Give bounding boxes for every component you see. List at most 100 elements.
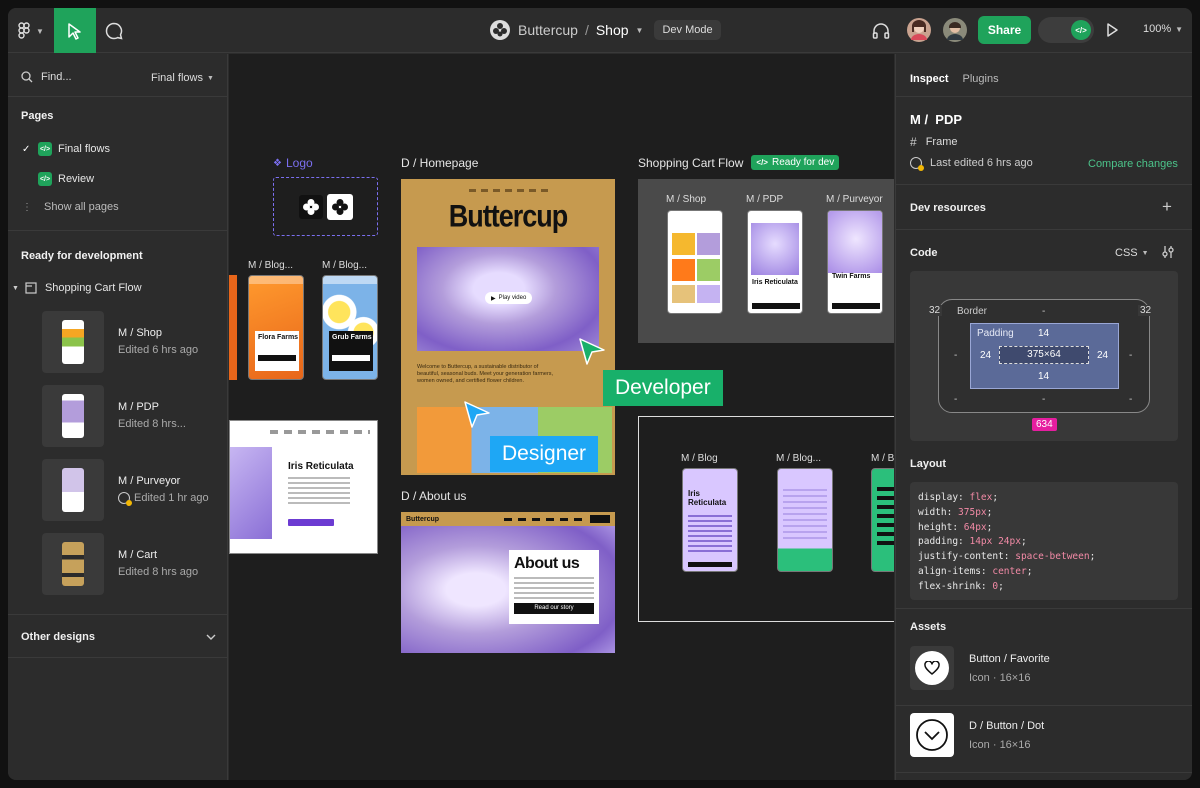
- cart-frame-shop[interactable]: [667, 210, 723, 314]
- blog-frame-2[interactable]: [777, 468, 833, 572]
- add-resource-button[interactable]: +: [1162, 197, 1172, 217]
- margin-right-value: 32: [1138, 305, 1154, 316]
- section-icon: [25, 282, 37, 294]
- frame-title[interactable]: M / Purveyor: [118, 475, 180, 487]
- frame-header: [249, 276, 303, 284]
- blog-frame-grub[interactable]: Grub Farms: [322, 275, 378, 380]
- purveyor-title: Twin Farms: [832, 273, 871, 280]
- blog-title: Iris Reticulata: [688, 489, 727, 507]
- shopping-cart-flow-section[interactable]: ▼ Shopping Cart Flow: [12, 282, 142, 294]
- comment-tool-button[interactable]: [104, 21, 124, 41]
- about-nav: Buttercup: [401, 512, 615, 526]
- frame-thumbnail-pdp[interactable]: [42, 385, 104, 447]
- frame-label[interactable]: M / Blog: [681, 453, 718, 464]
- design-canvas[interactable]: ❖ Logo M / Blog... Flora Farms M / Blog.…: [229, 54, 894, 780]
- about-us-frame[interactable]: Buttercup About us Read our story: [401, 512, 615, 653]
- show-all-pages-link[interactable]: ⋮ Show all pages: [22, 201, 119, 213]
- frame-label[interactable]: M / PDP: [746, 194, 783, 205]
- tab-inspect[interactable]: Inspect: [910, 73, 949, 85]
- dev-mode-toggle[interactable]: </>: [1038, 17, 1094, 43]
- about-frame-label[interactable]: D / About us: [401, 489, 466, 503]
- page-item-review[interactable]: </> Review: [22, 172, 94, 186]
- zoom-menu[interactable]: 100% ▼: [1143, 23, 1183, 35]
- audio-chat-button[interactable]: [871, 21, 891, 41]
- blog-frame-iris[interactable]: Iris Reticulata: [682, 468, 738, 572]
- cart-flow-label-row[interactable]: Shopping Cart Flow </> Ready for dev: [638, 155, 840, 170]
- blog-body: [783, 489, 827, 539]
- asset-meta: Icon · 16×16: [969, 739, 1031, 751]
- find-field[interactable]: Find...: [21, 71, 72, 83]
- desktop-frame-iris[interactable]: Iris Reticulata: [229, 420, 378, 554]
- project-name[interactable]: Buttercup: [518, 22, 578, 38]
- hero-body: [288, 477, 350, 505]
- padding-label: Padding: [977, 328, 1014, 339]
- designer-cursor-tag: Designer: [490, 436, 599, 472]
- frame-label[interactable]: M / B: [871, 453, 894, 464]
- hero-video[interactable]: ▶ Play video: [417, 247, 599, 351]
- collaborator-avatar[interactable]: [943, 18, 967, 42]
- frame-title[interactable]: M / Shop: [118, 327, 162, 339]
- about-body: [514, 577, 594, 599]
- avatar-icon: [907, 18, 931, 42]
- frame-thumbnail-shop[interactable]: [42, 311, 104, 373]
- homepage-frame[interactable]: Buttercup ▶ Play video Welcome to Butter…: [401, 179, 615, 475]
- frame-title[interactable]: M / Cart: [118, 549, 157, 561]
- homepage-frame-label[interactable]: D / Homepage: [401, 156, 478, 170]
- assets-title: Assets: [910, 621, 947, 633]
- frame-thumbnail-cart[interactable]: [42, 533, 104, 595]
- move-tool-button[interactable]: [54, 8, 96, 53]
- comment-icon: [105, 22, 123, 40]
- buttercup-logo-icon: [302, 198, 319, 215]
- frame-label[interactable]: M / Blog...: [322, 260, 367, 271]
- cart-frame-purveyor[interactable]: Twin Farms: [827, 210, 883, 314]
- selected-frame-title: M / PDP: [910, 112, 963, 127]
- asset-row-dot[interactable]: D / Button / Dot Icon · 16×16: [896, 713, 1192, 759]
- collaborator-avatar[interactable]: [907, 18, 931, 42]
- product-image: [751, 223, 799, 275]
- css-code-block[interactable]: display: flex; width: 375px; height: 64p…: [910, 482, 1178, 600]
- frame-label[interactable]: M / Purveyor: [826, 194, 883, 205]
- share-button[interactable]: Share: [978, 16, 1031, 44]
- frame-label[interactable]: M / Blog...: [776, 453, 821, 464]
- purveyor-bar: [832, 303, 880, 309]
- frame-label[interactable]: M / Shop: [666, 194, 706, 205]
- play-icon: [1107, 23, 1118, 37]
- file-breadcrumb[interactable]: Buttercup / Shop ▼ Dev Mode: [489, 19, 721, 41]
- file-name[interactable]: Shop: [596, 22, 629, 38]
- asset-name: Button / Favorite: [969, 653, 1050, 665]
- main-menu-button[interactable]: ▼: [18, 22, 44, 40]
- compare-changes-link[interactable]: Compare changes: [1088, 158, 1178, 170]
- logo-variant[interactable]: [298, 194, 323, 219]
- frame-title[interactable]: M / PDP: [118, 401, 159, 413]
- dev-ready-icon: </>: [38, 172, 52, 186]
- page-label: Review: [58, 173, 95, 185]
- page-filter-value: Final flows: [151, 72, 203, 84]
- cart-frame-pdp[interactable]: Iris Reticulata: [747, 210, 803, 314]
- heart-icon: [924, 661, 940, 675]
- other-designs-section[interactable]: Other designs: [21, 631, 216, 643]
- asset-row-favorite[interactable]: Button / Favorite Icon · 16×16: [896, 646, 1192, 692]
- chevron-down-icon: ▼: [1175, 24, 1184, 34]
- frame-thumbnail-purveyor[interactable]: [42, 459, 104, 521]
- blog-frame-flora[interactable]: Flora Farms: [248, 275, 304, 380]
- logo-variant[interactable]: [326, 193, 353, 220]
- chevron-down-icon: [206, 634, 216, 640]
- page-filter-dropdown[interactable]: Final flows ▼: [151, 72, 214, 84]
- more-dots-icon: ⋮: [22, 201, 32, 213]
- settings-sliders-icon[interactable]: [1161, 245, 1175, 259]
- logo-component-set[interactable]: [273, 177, 378, 236]
- page-item-final-flows[interactable]: ✓ </> Final flows: [22, 142, 110, 156]
- blog-flow-section[interactable]: M / Blog Iris Reticulata M / Blog... M /…: [638, 416, 894, 622]
- tab-plugins[interactable]: Plugins: [963, 73, 999, 85]
- present-button[interactable]: [1105, 22, 1119, 38]
- blog-bar: [688, 562, 732, 567]
- blog-frame-3[interactable]: [871, 468, 894, 572]
- frame-label[interactable]: M / Blog...: [248, 260, 293, 271]
- asset-preview: [910, 713, 954, 757]
- play-video-button[interactable]: ▶ Play video: [485, 292, 533, 304]
- shopping-cart-flow-section[interactable]: M / Shop M / PDP Iris Reticulata M / Pur…: [638, 179, 894, 343]
- card-title: Flora Farms: [258, 334, 299, 341]
- logo-frame-label[interactable]: ❖ Logo: [273, 156, 313, 170]
- frame-edited: Edited 8 hrs ago: [118, 566, 199, 578]
- code-language-dropdown[interactable]: CSS ▼: [1115, 247, 1149, 259]
